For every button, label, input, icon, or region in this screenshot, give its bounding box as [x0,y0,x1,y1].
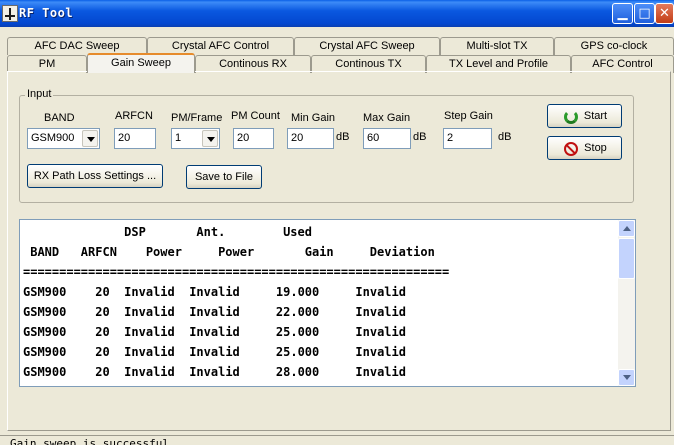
stop-button-label: Stop [584,142,607,154]
max-gain-label: Max Gain [363,112,411,124]
arfcn-input[interactable]: 20 [114,128,156,149]
tab-gps-co-clock[interactable]: GPS co-clock [554,37,674,55]
header-line-1: DSP Ant. Used [23,225,312,239]
rf-tool-window: RF Tool ▁ □ ✕ AFC DAC Sweep Crystal AFC … [0,0,674,445]
max-gain-unit: dB [413,131,427,143]
result-row: GSM900 20 Invalid Invalid 19.000 Invalid [23,285,406,299]
band-select[interactable]: GSM900 [27,128,100,149]
start-button-label: Start [583,110,608,122]
step-gain-label: Step Gain [444,110,493,122]
min-gain-unit: dB [336,131,350,143]
min-gain-input[interactable]: 20 [287,128,334,149]
stop-icon [564,142,578,156]
header-line-2: BAND ARFCN Power Power Gain Deviation [23,245,435,259]
save-to-file-button[interactable]: Save to File [186,165,262,189]
chevron-down-icon[interactable] [202,130,218,147]
max-gain-input[interactable]: 60 [363,128,411,149]
pm-frame-select[interactable]: 1 [171,128,220,149]
tab-crystal-afc-sweep[interactable]: Crystal AFC Sweep [294,37,440,55]
pm-frame-select-value: 1 [175,132,182,144]
rx-path-loss-settings-button[interactable]: RX Path Loss Settings ... [27,164,163,188]
pm-count-input[interactable]: 20 [233,128,274,149]
title-bar[interactable]: RF Tool ▁ □ ✕ [0,0,674,27]
close-button[interactable]: ✕ [655,3,674,24]
window-title: RF Tool [19,6,74,20]
step-gain-unit: dB [498,131,512,143]
input-group-title: Input [25,88,54,100]
vertical-scrollbar[interactable] [618,220,635,386]
maximize-button[interactable]: □ [634,3,655,24]
status-text: Gain sweep is successful [10,437,169,445]
scroll-up-icon[interactable] [618,220,635,237]
results-output[interactable]: DSP Ant. Used BAND ARFCN Power Power Gai… [19,219,636,387]
scrollbar-thumb[interactable] [618,238,635,279]
min-gain-label: Min Gain [291,112,336,124]
arfcn-label: ARFCN [115,110,153,122]
result-row: GSM900 20 Invalid Invalid 22.000 Invalid [23,305,406,319]
refresh-icon [564,110,578,124]
minimize-button[interactable]: ▁ [612,3,633,24]
chevron-down-icon[interactable] [82,130,98,147]
separator-line: ========================================… [23,265,450,279]
results-text: DSP Ant. Used BAND ARFCN Power Power Gai… [23,222,449,382]
pm-count-label: PM Count [231,110,280,122]
app-icon[interactable] [2,5,18,22]
start-button[interactable]: Start [547,104,622,128]
pm-frame-label: PM/Frame [171,112,223,124]
band-select-value: GSM900 [31,132,75,144]
tab-multi-slot-tx[interactable]: Multi-slot TX [440,37,554,55]
step-gain-input[interactable]: 2 [443,128,492,149]
band-label: BAND [44,112,75,124]
result-row: GSM900 20 Invalid Invalid 25.000 Invalid [23,345,406,359]
scroll-down-icon[interactable] [618,369,635,386]
stop-button[interactable]: Stop [547,136,622,160]
tab-gain-sweep[interactable]: Gain Sweep [87,53,195,73]
result-row: GSM900 20 Invalid Invalid 25.000 Invalid [23,325,406,339]
result-row: GSM900 20 Invalid Invalid 28.000 Invalid [23,365,406,379]
status-bar: Gain sweep is successful [0,435,674,445]
